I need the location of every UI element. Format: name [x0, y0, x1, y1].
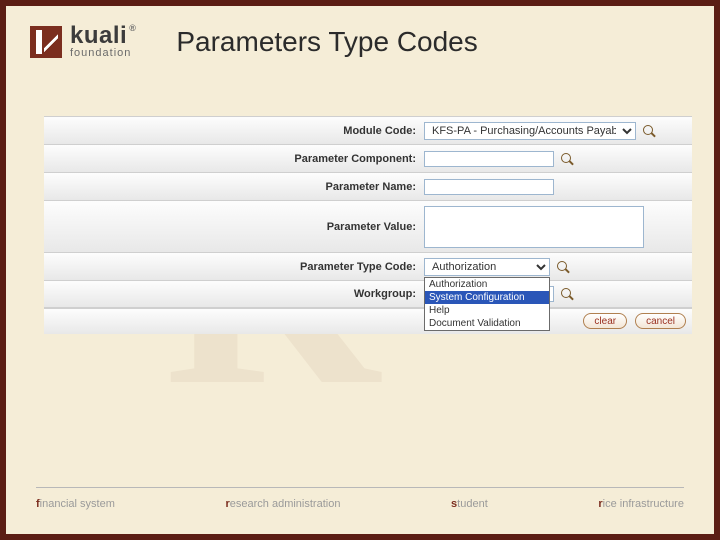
module-code-select[interactable]: KFS-PA - Purchasing/Accounts Payable [424, 122, 636, 140]
row-parameter-component: Parameter Component: [44, 144, 692, 172]
parameter-search-form: Module Code: KFS-PA - Purchasing/Account… [44, 116, 692, 334]
cancel-button[interactable]: cancel [635, 313, 686, 329]
label-module-code: Module Code: [44, 125, 424, 137]
row-parameter-value: Parameter Value: [44, 200, 692, 252]
footer-divider [36, 487, 684, 488]
parameter-component-input[interactable] [424, 151, 554, 167]
dropdown-option-system-configuration[interactable]: System Configuration [425, 291, 549, 304]
clear-button[interactable]: clear [583, 313, 627, 329]
footer-research-administration: research administration [225, 498, 340, 510]
footer-rice-infrastructure: rice infrastructure [598, 498, 684, 510]
label-workgroup: Workgroup: [44, 288, 424, 300]
parameter-type-code-dropdown[interactable]: Authorization System Configuration Help … [424, 277, 550, 331]
search-icon[interactable] [560, 287, 574, 301]
row-workgroup: Workgroup: [44, 280, 692, 308]
parameter-type-code-select[interactable]: Authorization [424, 258, 550, 276]
action-row: clear cancel [44, 308, 692, 334]
label-parameter-name: Parameter Name: [44, 181, 424, 193]
slide: K kuali® foundation Parameters Type Code… [0, 0, 720, 540]
logo: kuali® foundation [30, 24, 136, 59]
label-parameter-component: Parameter Component: [44, 153, 424, 165]
logo-mark-icon [30, 26, 62, 58]
header: kuali® foundation Parameters Type Codes [30, 24, 690, 59]
dropdown-option-authorization[interactable]: Authorization [425, 278, 549, 291]
parameter-name-input[interactable] [424, 179, 554, 195]
row-parameter-type-code: Parameter Type Code: Authorization Autho… [44, 252, 692, 280]
footer-financial-system: financial system [36, 498, 115, 510]
label-parameter-type-code: Parameter Type Code: [44, 261, 424, 273]
registered-icon: ® [129, 23, 136, 33]
row-module-code: Module Code: KFS-PA - Purchasing/Account… [44, 116, 692, 144]
brand-sub: foundation [70, 48, 136, 59]
search-icon[interactable] [642, 124, 656, 138]
page-title: Parameters Type Codes [176, 26, 477, 58]
footer: financial system research administration… [36, 487, 684, 510]
logo-text: kuali® foundation [70, 24, 136, 59]
footer-items: financial system research administration… [36, 498, 684, 510]
brand-name: kuali [70, 22, 127, 49]
dropdown-option-document-validation[interactable]: Document Validation [425, 317, 549, 330]
footer-student: student [451, 498, 488, 510]
search-icon[interactable] [556, 260, 570, 274]
parameter-value-textarea[interactable] [424, 206, 644, 248]
search-icon[interactable] [560, 152, 574, 166]
dropdown-option-help[interactable]: Help [425, 304, 549, 317]
label-parameter-value: Parameter Value: [44, 221, 424, 233]
row-parameter-name: Parameter Name: [44, 172, 692, 200]
